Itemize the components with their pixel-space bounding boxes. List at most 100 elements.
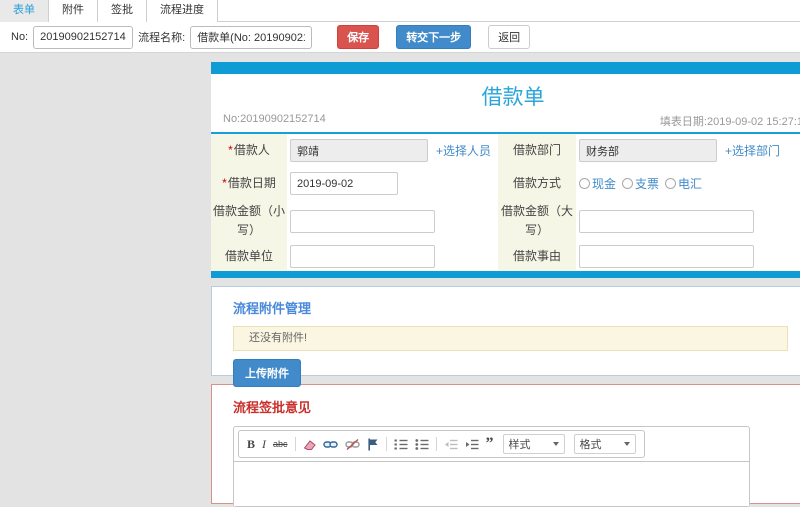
tab-flow-progress[interactable]: 流程进度 <box>147 0 218 22</box>
loan-reason-cell <box>576 242 800 272</box>
department-cell: +选择部门 <box>576 134 800 167</box>
select-department-link[interactable]: +选择部门 <box>725 142 780 159</box>
toolbar-separator <box>435 437 437 452</box>
loan-method-label: 借款方式 <box>498 167 576 200</box>
back-button[interactable]: 返回 <box>488 25 531 49</box>
toolbar: No: 流程名称: 保存 转交下一步 返回 <box>0 22 800 53</box>
amount-lower-cell <box>287 200 498 243</box>
format-dropdown[interactable]: 格式 <box>573 434 636 455</box>
borrower-input[interactable] <box>290 139 428 162</box>
label-caption: 借款人 <box>233 142 270 157</box>
indent-icon[interactable] <box>465 438 479 451</box>
required-marker: * <box>222 175 227 190</box>
upload-attachment-button[interactable]: 上传附件 <box>233 359 301 388</box>
unlink-icon[interactable] <box>344 438 360 451</box>
label-text: *借款日期 <box>222 174 276 193</box>
radio-label: 电汇 <box>678 177 703 191</box>
wire-transfer-radio[interactable]: 电汇 <box>665 175 702 192</box>
amount-upper-input[interactable] <box>579 209 754 233</box>
loan-unit-cell <box>287 242 498 272</box>
borrower-cell: +选择人员 <box>287 134 498 167</box>
amount-lower-input[interactable] <box>290 209 435 233</box>
remove-format-icon[interactable] <box>303 438 316 451</box>
blockquote-icon[interactable]: ” <box>486 436 494 452</box>
amount-lower-label: 借款金额（小写） <box>211 200 287 243</box>
form-document-area: 借款单 No:20190902152714 填表日期:2019-09-02 15… <box>211 62 800 507</box>
link-icon[interactable] <box>322 438 338 451</box>
form-header-bar <box>211 62 800 74</box>
radio-icon <box>579 178 590 189</box>
radio-label: 支票 <box>635 177 660 191</box>
editor-toolbar: B I abc ” 样式 格式 <box>238 430 645 459</box>
tab-attachments[interactable]: 附件 <box>49 0 98 22</box>
no-attachments-alert: 还没有附件! <box>233 326 788 352</box>
loan-unit-input[interactable] <box>290 245 435 269</box>
loan-date-cell <box>287 167 498 200</box>
loan-unit-label: 借款单位 <box>211 242 287 272</box>
form-footer-bar <box>211 271 800 279</box>
cheque-radio[interactable]: 支票 <box>622 175 659 192</box>
form-no-text: No:20190902152714 <box>223 113 326 125</box>
flow-name-label: 流程名称: <box>138 32 186 44</box>
label-caption: 借款日期 <box>227 175 276 190</box>
format-dropdown-label: 格式 <box>579 439 602 452</box>
editor-content-area[interactable] <box>234 461 749 507</box>
label-caption: 借款方式 <box>512 175 561 190</box>
label-caption: 借款事由 <box>512 249 561 264</box>
label-caption: 借款金额（大写） <box>500 204 573 238</box>
italic-icon[interactable]: I <box>262 438 266 450</box>
flow-name-input[interactable] <box>190 25 313 49</box>
tab-sign-approve[interactable]: 签批 <box>98 0 147 22</box>
no-input[interactable] <box>33 25 134 49</box>
attachments-panel: 流程附件管理 还没有附件! 上传附件 <box>211 286 800 388</box>
chevron-down-icon <box>623 442 630 447</box>
attachments-title: 流程附件管理 <box>233 301 312 317</box>
loan-method-cell: 现金 支票 电汇 <box>576 167 800 200</box>
loan-method-radio-group: 现金 支票 电汇 <box>579 175 708 192</box>
loan-reason-label: 借款事由 <box>498 242 576 272</box>
editor-toolbar-row: B I abc ” 样式 格式 <box>234 427 749 461</box>
required-marker: * <box>228 142 233 157</box>
label-caption: 借款部门 <box>512 142 561 157</box>
anchor-flag-icon[interactable] <box>367 438 379 451</box>
outdent-icon[interactable] <box>444 438 458 451</box>
cash-radio[interactable]: 现金 <box>579 175 616 192</box>
department-input[interactable] <box>579 139 717 162</box>
radio-label: 现金 <box>592 177 617 191</box>
approval-panel: 流程签批意见 B I abc ” 样式 格式 <box>211 384 800 507</box>
approval-title: 流程签批意见 <box>233 400 312 416</box>
loan-form-panel: 借款单 No:20190902152714 填表日期:2019-09-02 15… <box>211 62 800 279</box>
no-label: No: <box>11 31 29 43</box>
radio-icon <box>665 178 677 189</box>
tab-bar: 表单 附件 签批 流程进度 <box>0 0 800 22</box>
bulleted-list-icon[interactable] <box>414 438 429 451</box>
loan-date-label: *借款日期 <box>211 167 287 200</box>
styles-dropdown-label: 样式 <box>508 439 531 452</box>
loan-reason-input[interactable] <box>579 245 754 269</box>
numbered-list-icon[interactable] <box>394 438 408 451</box>
toolbar-separator <box>385 437 387 452</box>
borrower-label: *借款人 <box>211 134 287 167</box>
form-title: 借款单 <box>481 86 545 109</box>
form-fields-table: *借款人 +选择人员 借款部门 +选择部门 *借款日期 借款方式 <box>211 134 800 272</box>
styles-dropdown[interactable]: 样式 <box>502 434 565 455</box>
radio-icon <box>622 178 634 189</box>
save-button[interactable]: 保存 <box>337 25 380 49</box>
forward-next-step-button[interactable]: 转交下一步 <box>396 25 472 49</box>
amount-upper-cell <box>576 200 800 243</box>
bold-icon[interactable]: B <box>247 438 255 450</box>
tab-form[interactable]: 表单 <box>0 0 49 22</box>
department-label: 借款部门 <box>498 134 576 167</box>
loan-date-input[interactable] <box>290 172 398 195</box>
chevron-down-icon <box>552 442 559 447</box>
select-person-link[interactable]: +选择人员 <box>436 142 491 159</box>
strikethrough-icon[interactable]: abc <box>273 439 288 449</box>
label-text: *借款人 <box>228 141 270 160</box>
amount-upper-label: 借款金额（大写） <box>498 200 576 243</box>
form-info-row: No:20190902152714 填表日期:2019-09-02 15:27:… <box>211 113 800 132</box>
label-caption: 借款金额（小写） <box>213 204 286 238</box>
form-fill-date-text: 填表日期:2019-09-02 15:27:1 <box>659 116 800 128</box>
rich-text-editor: B I abc ” 样式 格式 <box>233 426 750 507</box>
toolbar-separator <box>294 437 296 452</box>
label-caption: 借款单位 <box>224 249 273 264</box>
